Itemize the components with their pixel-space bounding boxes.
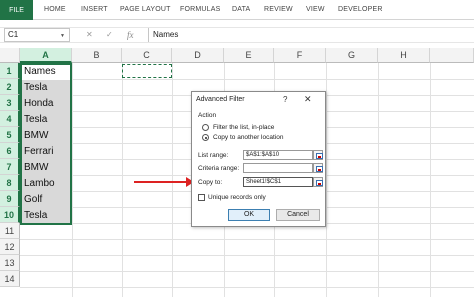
col-header-f[interactable]: F (274, 48, 326, 63)
gridline (20, 255, 474, 256)
tab-developer[interactable]: DEVELOPER (338, 6, 383, 13)
criteria-range-input[interactable] (243, 163, 313, 173)
copy-to-label: Copy to: (198, 179, 223, 186)
tab-home[interactable]: HOME (44, 6, 66, 13)
unique-records-label: Unique records only (208, 194, 266, 201)
radio-filter-in-place[interactable] (202, 124, 209, 131)
copy-to-input[interactable]: Sheet1!$C$1 (243, 177, 313, 187)
gridline (20, 287, 474, 288)
col-header-a[interactable]: A (20, 48, 72, 63)
annotation-arrow (134, 181, 190, 183)
row-header-11[interactable]: 11 (0, 223, 20, 239)
col-header-e[interactable]: E (224, 48, 274, 63)
radio-copy-label: Copy to another location (213, 134, 284, 141)
chevron-down-icon[interactable]: ▼ (60, 33, 65, 39)
dialog-title: Advanced Filter (196, 96, 245, 103)
gridline (20, 79, 474, 80)
gridline (20, 271, 474, 272)
row-header-12[interactable]: 12 (0, 239, 20, 255)
row-header-8[interactable]: 8 (0, 175, 20, 191)
ribbon-tabs: FILE HOME INSERT PAGE LAYOUT FORMULAS DA… (0, 0, 474, 20)
row-header-2[interactable]: 2 (0, 79, 20, 95)
radio-filter-label: Filter the list, in-place (213, 124, 275, 131)
row-header-4[interactable]: 4 (0, 111, 20, 127)
tab-view[interactable]: VIEW (306, 6, 325, 13)
action-label: Action (198, 112, 217, 119)
gridline (430, 63, 431, 297)
row-header-7[interactable]: 7 (0, 159, 20, 175)
range-picker-icon[interactable] (313, 150, 323, 160)
range-picker-icon[interactable] (313, 163, 323, 173)
unique-records-checkbox[interactable] (198, 194, 205, 201)
tab-data[interactable]: DATA (232, 6, 250, 13)
copy-marquee-c1[interactable] (122, 64, 172, 78)
row-header-9[interactable]: 9 (0, 191, 20, 207)
col-header-g[interactable]: G (326, 48, 378, 63)
row-header-3[interactable]: 3 (0, 95, 20, 111)
tab-file[interactable]: FILE (0, 0, 33, 20)
col-header-d[interactable]: D (172, 48, 224, 63)
col-header-c[interactable]: C (122, 48, 172, 63)
gridline (326, 63, 327, 297)
tab-insert[interactable]: INSERT (81, 6, 108, 13)
selected-range (20, 63, 72, 225)
ok-button[interactable]: OK (228, 209, 270, 221)
row-header-6[interactable]: 6 (0, 143, 20, 159)
range-picker-icon[interactable] (313, 177, 323, 187)
col-header-h[interactable]: H (378, 48, 430, 63)
row-header-14[interactable]: 14 (0, 271, 20, 287)
formula-input[interactable]: Names (148, 28, 468, 42)
cancel-icon[interactable]: ✕ (86, 30, 93, 39)
tab-page-layout[interactable]: PAGE LAYOUT (120, 6, 171, 13)
advanced-filter-dialog: Advanced Filter ? ✕ Action Filter the li… (191, 91, 326, 227)
fx-icon[interactable]: fx (127, 30, 134, 40)
tab-formulas[interactable]: FORMULAS (180, 6, 221, 13)
tab-review[interactable]: REVIEW (264, 6, 293, 13)
row-header-1[interactable]: 1 (0, 63, 20, 79)
gridline (172, 63, 173, 297)
gridline (72, 63, 73, 297)
row-header-10[interactable]: 10 (0, 207, 20, 223)
list-range-label: List range: (198, 152, 229, 159)
row-header-5[interactable]: 5 (0, 127, 20, 143)
gridline (378, 63, 379, 297)
list-range-input[interactable]: $A$1:$A$10 (243, 150, 313, 160)
close-icon[interactable]: ✕ (304, 94, 312, 105)
select-all-corner[interactable] (0, 48, 20, 63)
row-header-13[interactable]: 13 (0, 255, 20, 271)
radio-copy-to-location[interactable] (202, 134, 209, 141)
enter-icon[interactable]: ✓ (106, 30, 113, 39)
criteria-range-label: Criteria range: (198, 165, 240, 172)
cancel-button[interactable]: Cancel (276, 209, 320, 221)
gridline (122, 63, 123, 297)
col-header-i[interactable] (430, 48, 474, 63)
gridline (20, 239, 474, 240)
col-header-b[interactable]: B (72, 48, 122, 63)
help-icon[interactable]: ? (283, 95, 287, 104)
